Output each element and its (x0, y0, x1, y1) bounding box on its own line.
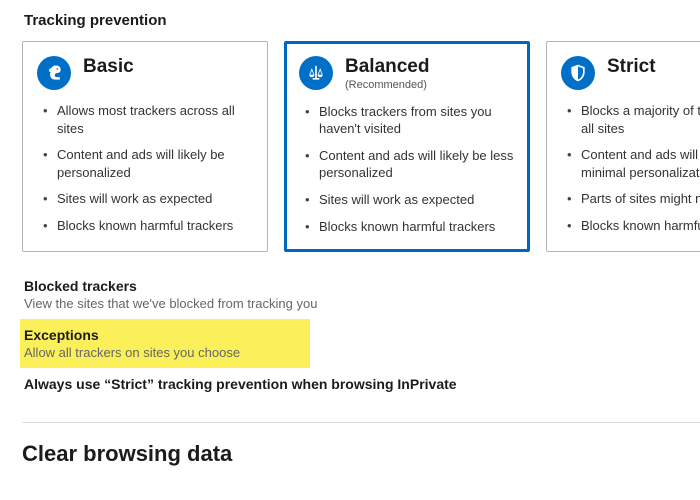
divider (22, 422, 700, 423)
squirrel-icon (37, 56, 71, 90)
row-title: Always use “Strict” tracking prevention … (24, 376, 698, 392)
list-item: Parts of sites might not work (565, 190, 700, 208)
row-desc: Allow all trackers on sites you choose (24, 345, 308, 360)
level-card-strict[interactable]: Strict Blocks a majority of trackers fro… (546, 41, 700, 252)
list-item: Allows most trackers across all sites (41, 102, 253, 137)
list-item: Blocks known harmful trackers (303, 218, 515, 236)
list-item: Blocks a majority of trackers from all s… (565, 102, 700, 137)
exceptions-link[interactable]: Exceptions Allow all trackers on sites y… (20, 319, 310, 368)
row-title: Blocked trackers (24, 278, 698, 294)
list-item: Blocks trackers from sites you haven't v… (303, 103, 515, 138)
list-item: Sites will work as expected (41, 190, 253, 208)
list-item: Content and ads will likely be less pers… (303, 147, 515, 182)
scale-icon (299, 56, 333, 90)
card-subtitle: (Recommended) (345, 79, 429, 91)
list-item: Blocks known harmful trackers (565, 217, 700, 235)
card-title: Balanced (345, 56, 429, 78)
strict-inprivate-toggle-row[interactable]: Always use “Strict” tracking prevention … (22, 368, 700, 400)
shield-icon (561, 56, 595, 90)
card-title: Strict (607, 56, 656, 78)
list-item: Content and ads will likely have minimal… (565, 146, 700, 181)
card-title: Basic (83, 56, 134, 78)
list-item: Sites will work as expected (303, 191, 515, 209)
clear-browsing-data-title: Clear browsing data (22, 441, 700, 467)
blocked-trackers-link[interactable]: Blocked trackers View the sites that we'… (22, 270, 700, 319)
tracking-level-cards: Basic Allows most trackers across all si… (22, 41, 700, 252)
row-title: Exceptions (24, 327, 308, 343)
list-item: Content and ads will likely be personali… (41, 146, 253, 181)
level-card-balanced[interactable]: Balanced (Recommended) Blocks trackers f… (284, 41, 530, 252)
row-desc: View the sites that we've blocked from t… (24, 296, 698, 311)
list-item: Blocks known harmful trackers (41, 217, 253, 235)
level-card-basic[interactable]: Basic Allows most trackers across all si… (22, 41, 268, 252)
tracking-prevention-title: Tracking prevention (24, 12, 700, 29)
